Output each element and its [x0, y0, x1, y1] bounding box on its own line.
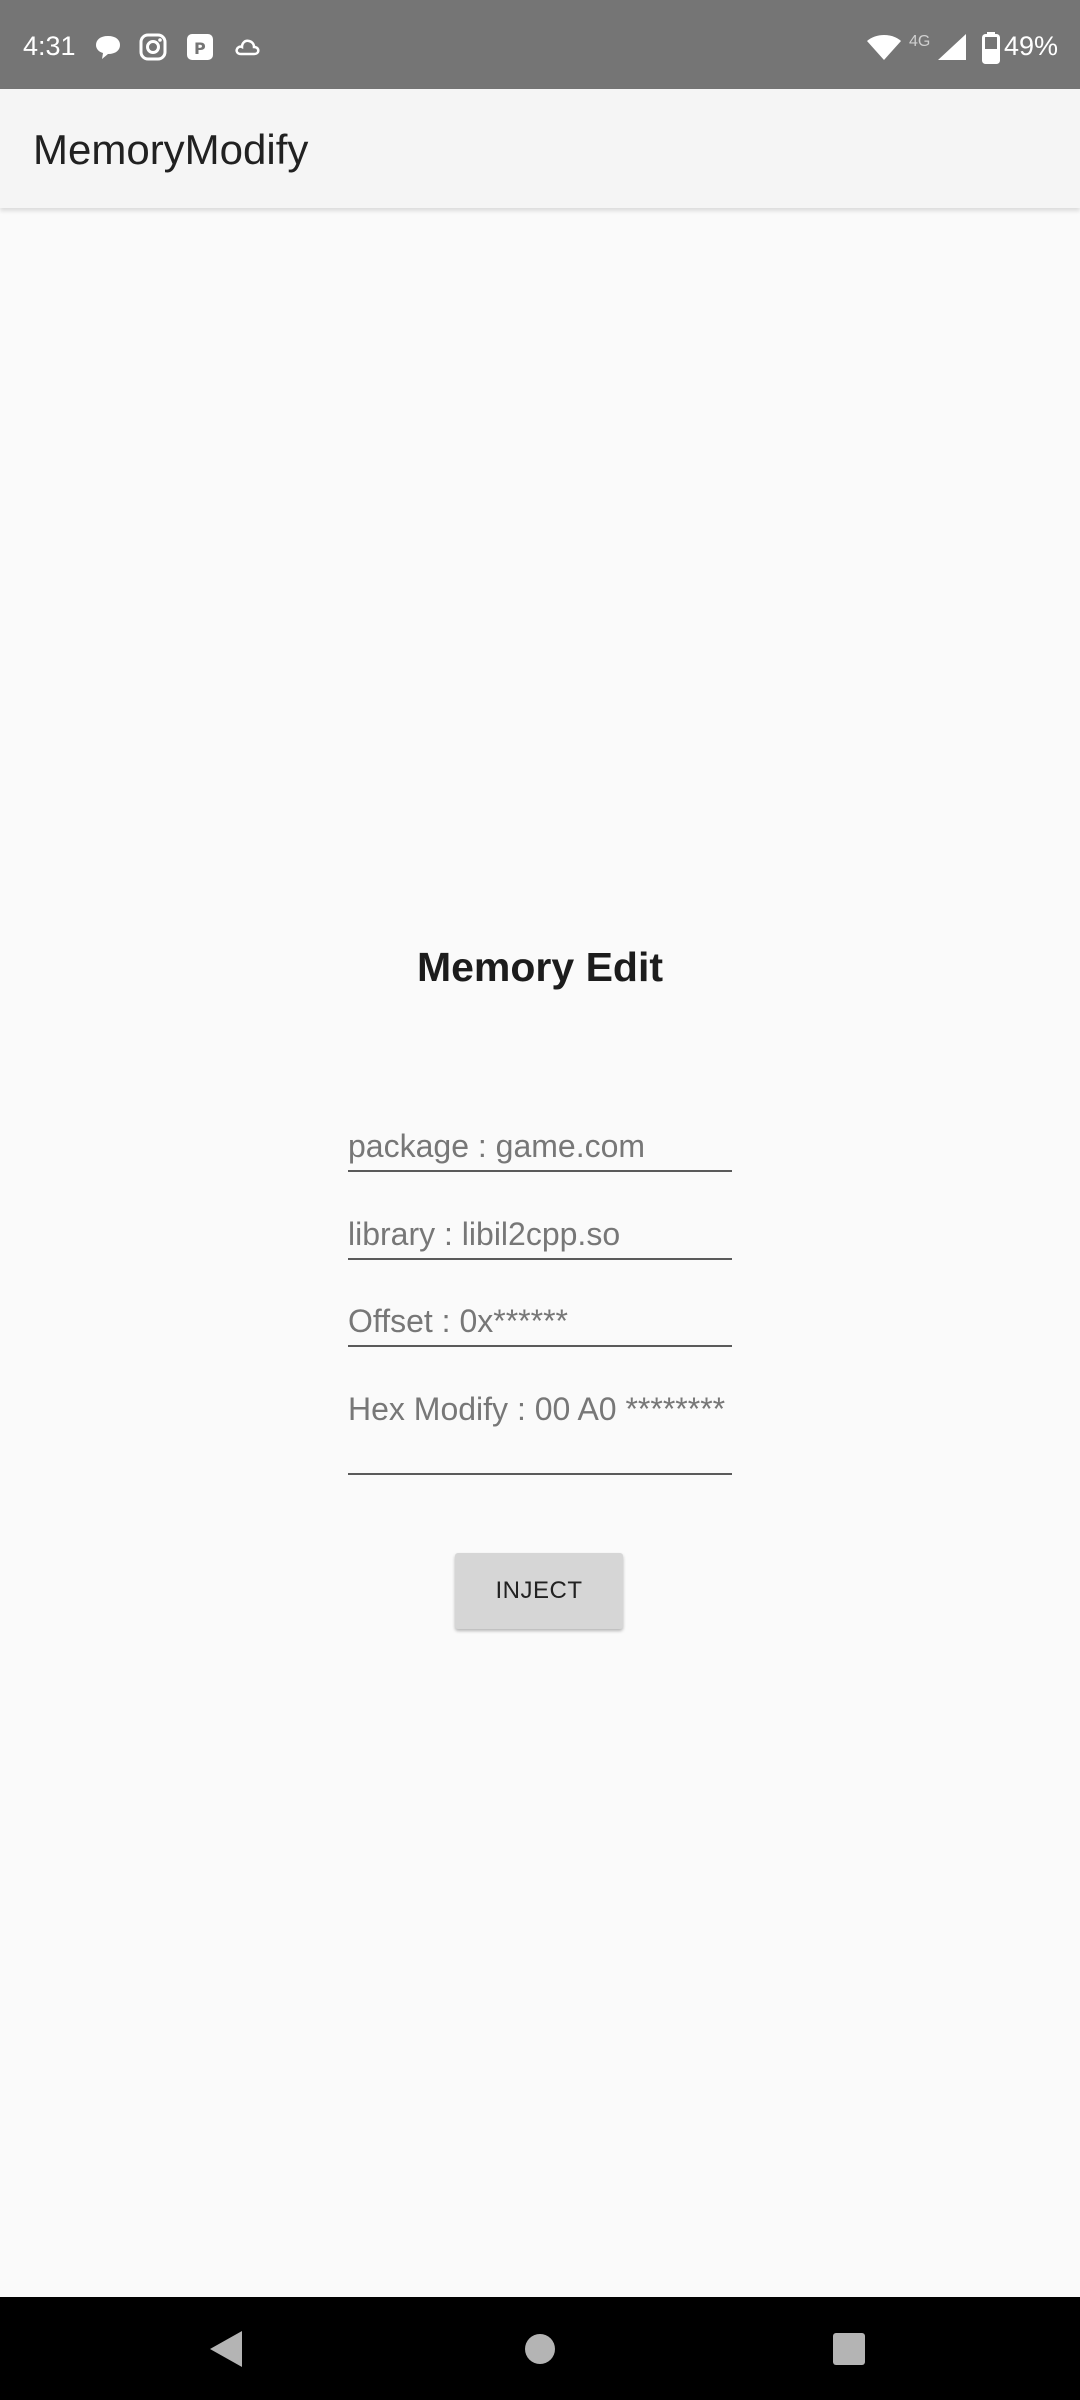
instagram-icon [139, 33, 167, 61]
inject-button[interactable]: INJECT [455, 1553, 623, 1629]
screen: 4:31 P 4G 49% MemoryModify Memory Edit p… [0, 0, 1080, 2400]
package-input-hint: package : game.com [348, 1128, 646, 1164]
package-input[interactable]: package : game.com [348, 1126, 732, 1172]
page-heading: Memory Edit [416, 944, 664, 990]
signal-icon [938, 34, 966, 60]
library-input-hint: library : libil2cpp.so [348, 1216, 621, 1252]
hex-modify-input[interactable]: Hex Modify : 00 A0 ******** [348, 1389, 732, 1475]
recents-icon[interactable] [823, 2323, 875, 2375]
parking-app-icon: P [187, 34, 213, 60]
cloud-icon [235, 39, 260, 56]
svg-text:P: P [194, 39, 206, 58]
network-type: 4G [909, 33, 931, 50]
status-bar: 4:31 P 4G 49% [0, 0, 1080, 89]
battery-percent: 49% [1004, 31, 1059, 61]
home-icon[interactable] [514, 2323, 566, 2375]
wifi-icon [867, 35, 901, 60]
app-title: MemoryModify [33, 126, 309, 173]
offset-input[interactable]: Offset : 0x****** [348, 1301, 732, 1347]
back-icon[interactable] [200, 2323, 252, 2375]
offset-input-hint: Offset : 0x****** [348, 1303, 568, 1339]
library-input[interactable]: library : libil2cpp.so [348, 1214, 732, 1260]
status-time: 4:31 [23, 31, 76, 61]
app-bar: MemoryModify [0, 89, 1080, 208]
navigation-bar [0, 2297, 1080, 2400]
battery-icon [982, 32, 1000, 64]
chat-bubble-icon [96, 36, 120, 59]
hex-modify-input-hint: Hex Modify : 00 A0 ******** [348, 1391, 726, 1427]
